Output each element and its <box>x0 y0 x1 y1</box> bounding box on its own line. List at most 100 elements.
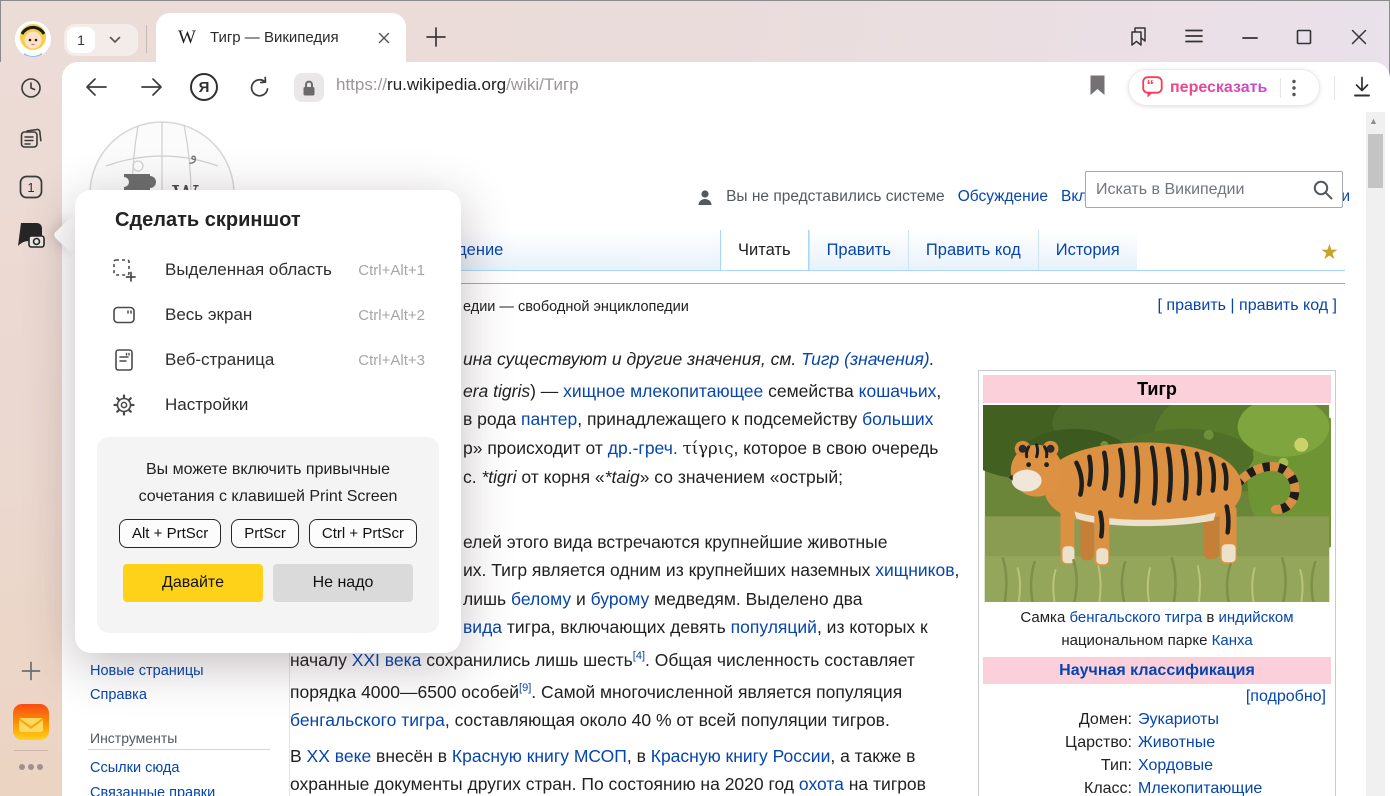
yandex-mail-button[interactable] <box>13 704 49 740</box>
chip-prtscr: PrtScr <box>231 519 299 548</box>
menu-item-shortcut: Ctrl+Alt+3 <box>358 352 425 369</box>
menu-item-label: Выделенная область <box>165 260 332 280</box>
bookmark-button[interactable] <box>1090 75 1105 96</box>
tab-history[interactable]: История <box>1038 230 1137 271</box>
history-button[interactable] <box>19 76 43 100</box>
add-panel-button[interactable] <box>20 660 42 682</box>
site-security-badge[interactable] <box>294 73 324 102</box>
taxo-label: Домен: <box>982 708 1132 731</box>
back-button[interactable] <box>84 76 108 98</box>
clock-icon <box>19 76 43 100</box>
url-protocol: https:// <box>336 75 387 94</box>
maximize-icon <box>1296 29 1312 45</box>
notes-button[interactable] <box>18 125 44 151</box>
menu-item-selected-area[interactable]: Выделенная область Ctrl+Alt+1 <box>111 252 425 288</box>
tab-edit-source[interactable]: Править код <box>908 230 1038 271</box>
wikipedia-favicon: W <box>178 27 196 49</box>
address-bar[interactable]: https://ru.wikipedia.org/wiki/Тигр <box>336 75 579 95</box>
search-icon[interactable] <box>1312 179 1334 201</box>
view-tabs: Читать Править Править код История <box>720 230 1137 271</box>
tab-counter[interactable]: 1 <box>64 24 138 56</box>
taxo-row-domain: Домен: Эукариоты <box>982 708 1332 731</box>
close-window-button[interactable] <box>1351 29 1367 45</box>
yandex-logo-button[interactable]: Я <box>190 73 218 101</box>
reload-icon <box>248 76 272 100</box>
taxobox: Тигр <box>978 370 1336 796</box>
tools-link-whatlinkshere[interactable]: Ссылки сюда <box>90 760 179 776</box>
screenshot-popup: Сделать скриншот Выделенная область Ctrl… <box>75 190 461 653</box>
image-caption: Самка бенгальского тигра в индийскомнаци… <box>982 606 1332 652</box>
retell-label: пересказать <box>1170 79 1267 97</box>
tools-divider <box>88 749 270 750</box>
taxo-row-class: Класс: Млекопитающие <box>982 777 1332 796</box>
notes-icon <box>18 125 44 151</box>
retell-pill[interactable]: “ пересказать <box>1128 69 1320 106</box>
hamburger-menu-icon <box>1185 29 1203 43</box>
classification-header[interactable]: Научная классификация <box>983 657 1331 684</box>
download-icon <box>1352 76 1372 98</box>
svg-text:“: “ <box>1147 77 1155 94</box>
page-scrollbar[interactable] <box>1366 112 1385 796</box>
avatar-girl-icon <box>15 21 51 57</box>
wiki-search[interactable] <box>1085 171 1343 208</box>
maximize-button[interactable] <box>1296 29 1312 45</box>
screen-icon <box>111 302 137 328</box>
mail-icon <box>13 704 49 740</box>
featured-article-star[interactable]: ★ <box>1320 240 1339 265</box>
tabs-panel-button[interactable]: 1 <box>18 174 44 200</box>
browser-menu-button[interactable] <box>1185 29 1203 43</box>
nav-link-help[interactable]: Справка <box>90 687 147 703</box>
taxo-value[interactable]: Животные <box>1138 731 1215 754</box>
menu-item-full-screen[interactable]: Весь экран Ctrl+Alt+2 <box>111 297 425 333</box>
new-tab-button[interactable] <box>425 26 447 48</box>
tiger-photo[interactable] <box>983 405 1331 602</box>
menu-item-label: Настройки <box>165 395 248 415</box>
classification-details-link[interactable]: [подробно] <box>982 684 1332 708</box>
url-host: ru.wikipedia.org <box>387 75 506 94</box>
taxo-value[interactable]: Эукариоты <box>1138 708 1219 731</box>
tab-counter-number: 1 <box>67 27 95 53</box>
pill-divider <box>1280 78 1281 98</box>
scroll-up-arrow[interactable]: ▲ <box>1369 116 1378 126</box>
scrollbar-thumb[interactable] <box>1368 134 1383 188</box>
section-edit-links[interactable]: [ править | править код ] <box>1158 297 1337 315</box>
taxo-value[interactable]: Млекопитающие <box>1138 777 1262 796</box>
taxo-value[interactable]: Хордовые <box>1138 754 1213 777</box>
nav-link-newpages[interactable]: Новые страницы <box>90 663 204 679</box>
screenshot-tool-button[interactable] <box>16 220 46 250</box>
ellipsis-icon <box>17 762 45 772</box>
profile-avatar[interactable] <box>15 21 51 57</box>
taxo-row-phylum: Тип: Хордовые <box>982 754 1332 777</box>
side-panels-button[interactable] <box>1128 26 1150 48</box>
chip-alt-prtscr: Alt + PrtScr <box>119 519 221 548</box>
search-input[interactable] <box>1086 181 1312 199</box>
sidebar-more-button[interactable] <box>17 762 45 772</box>
taxo-label: Царство: <box>982 731 1132 754</box>
downloads-button[interactable] <box>1352 76 1372 98</box>
quote-bubble-icon: “ <box>1142 76 1163 99</box>
user-icon <box>697 189 713 206</box>
reload-button[interactable] <box>248 76 272 100</box>
forward-button[interactable] <box>140 76 164 98</box>
menu-item-shortcut: Ctrl+Alt+1 <box>358 262 425 279</box>
accept-button[interactable]: Давайте <box>123 564 263 602</box>
menu-item-settings[interactable]: Настройки <box>111 387 425 423</box>
close-tab-icon[interactable] <box>378 32 390 44</box>
personal-link-talk[interactable]: Обсуждение <box>958 188 1048 206</box>
site-tagline: едии — свободной энциклопедии <box>463 299 689 315</box>
kebab-menu-icon[interactable] <box>1292 79 1296 97</box>
browser-sidebar: 1 <box>0 62 62 796</box>
back-arrow-icon <box>84 76 108 98</box>
decline-button[interactable]: Не надо <box>273 564 413 602</box>
menu-item-web-page[interactable]: Веб-страница Ctrl+Alt+3 <box>111 342 425 378</box>
tab-read[interactable]: Читать <box>720 230 809 271</box>
taxo-label: Тип: <box>982 754 1132 777</box>
lock-icon <box>301 79 317 97</box>
plus-icon <box>425 26 447 48</box>
browser-tab[interactable]: W Тигр — Википедия <box>156 13 406 62</box>
webpage-icon <box>111 347 137 373</box>
tab-edit[interactable]: Править <box>809 230 908 271</box>
minimize-button[interactable] <box>1242 36 1258 40</box>
tools-link-relatedchanges[interactable]: Связанные правки <box>90 785 215 796</box>
taxo-label: Класс: <box>982 777 1132 796</box>
